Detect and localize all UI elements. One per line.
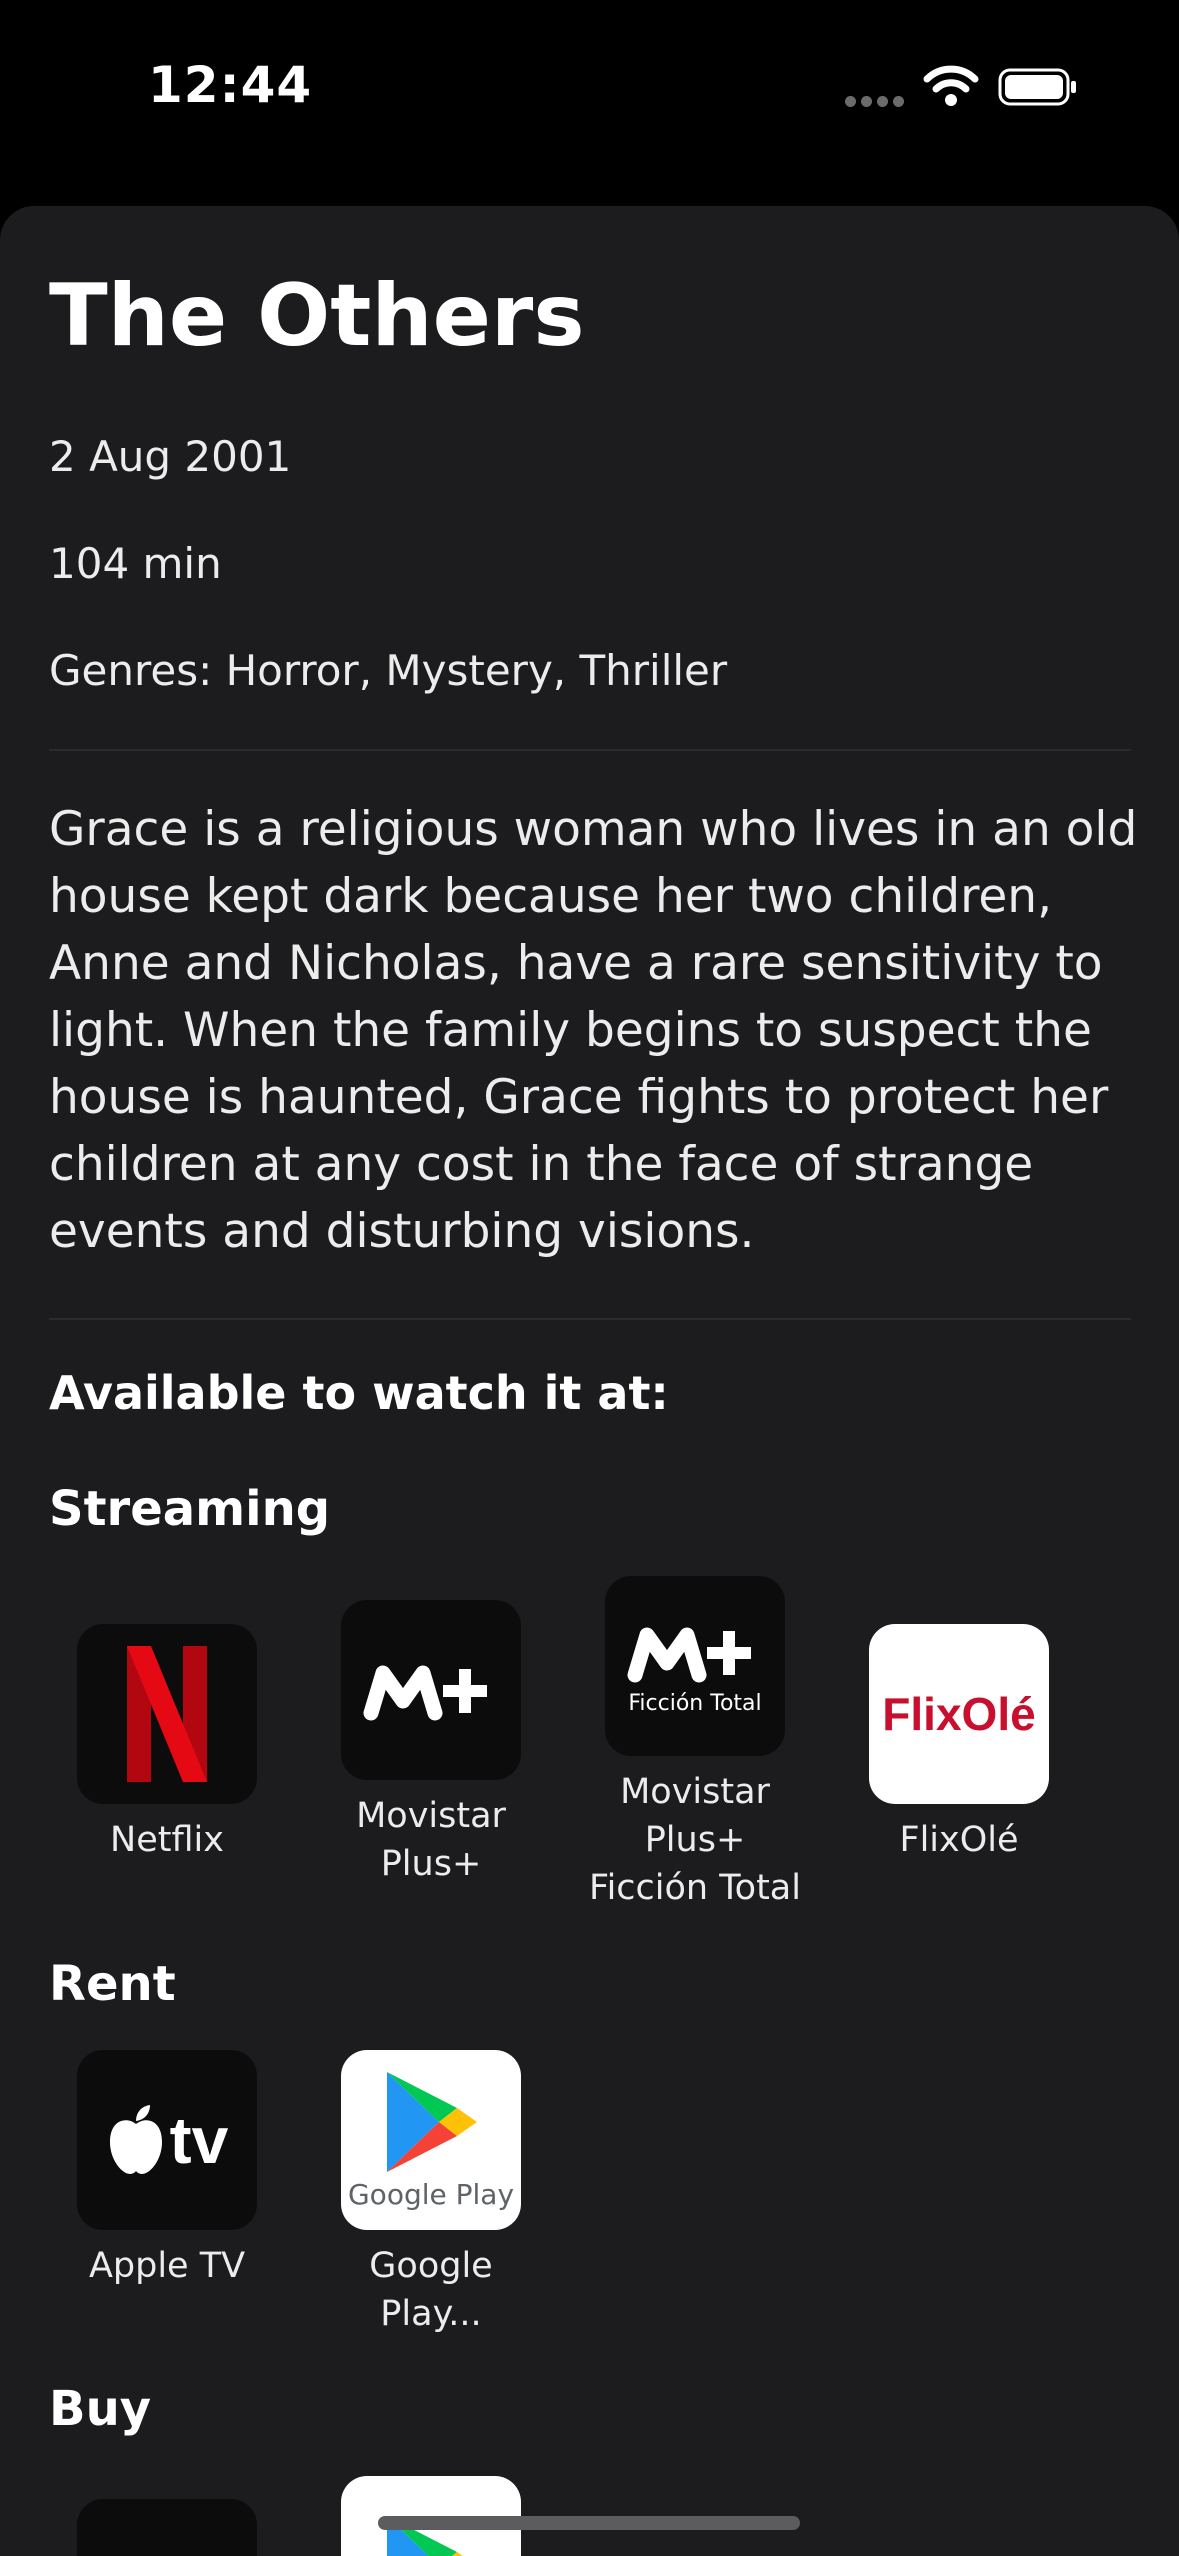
cellular-signal-icon [845,96,905,108]
battery-icon [998,68,1076,106]
status-time: 12:44 [148,56,313,114]
apple-tv-logo-icon [77,2499,257,2556]
movistar-plus-ficcion-total-logo-icon: Ficción Total [605,1576,785,1756]
provider-name: S [1113,1816,1179,1864]
logo-caption: Google Play [347,2177,515,2211]
genres: Genres: Horror, Mystery, Thriller [49,646,728,695]
provider-name: Netflix [110,1820,224,1860]
streaming-heading: Streaming [49,1481,331,1537]
logo-caption: Ficción Total [628,1690,762,1716]
provider-name: Google Play... [369,2246,493,2334]
wifi-icon [923,65,979,106]
availability-heading: Available to watch it at: [49,1366,669,1420]
netflix-logo-icon [77,1624,257,1804]
divider [49,1318,1131,1320]
release-date: 2 Aug 2001 [49,432,292,481]
movie-detail-sheet[interactable]: The Others 2 Aug 2001 104 min Genres: Ho… [0,206,1179,2556]
runtime: 104 min [49,539,222,588]
provider-netflix[interactable]: Netflix [57,1624,277,1864]
provider-name: Movistar Plus+ Ficción Total [589,1772,801,1908]
provider-name: FlixOlé [899,1820,1019,1860]
movie-overview: Grace is a religious woman who lives in … [49,802,1138,1259]
flixole-logo-icon: FlixOlé [869,1624,1049,1804]
movistar-plus-logo-icon [341,1600,521,1780]
home-indicator[interactable] [378,2516,800,2530]
buy-heading: Buy [49,2381,152,2437]
apple-tv-logo-icon: tv [77,2050,257,2230]
logo-text: FlixOlé [882,1688,1036,1740]
provider-movistar-plus[interactable]: Movistar Plus+ [321,1600,541,1888]
divider [49,749,1131,751]
provider-apple-tv[interactable]: tv Apple TV [57,2050,277,2290]
provider-apple-tv-buy[interactable] [57,2499,277,2556]
provider-name: Apple TV [88,2246,246,2286]
logo-text: tv [169,2103,229,2177]
provider-movistar-plus-ficcion-total[interactable]: Ficción Total Movistar Plus+ Ficción Tot… [585,1576,805,1912]
google-play-logo-icon: Google Play [341,2050,521,2230]
provider-google-play[interactable]: Google Play Google Play... [321,2050,541,2338]
provider-partial[interactable]: S [1113,1624,1179,1864]
provider-flixole[interactable]: FlixOlé FlixOlé [849,1624,1069,1864]
movie-title: The Others [49,266,585,366]
unknown-provider-icon [1133,1624,1179,1804]
status-bar: 12:44 [0,0,1179,200]
rent-heading: Rent [49,1956,176,2012]
provider-name: Movistar Plus+ [356,1796,506,1884]
